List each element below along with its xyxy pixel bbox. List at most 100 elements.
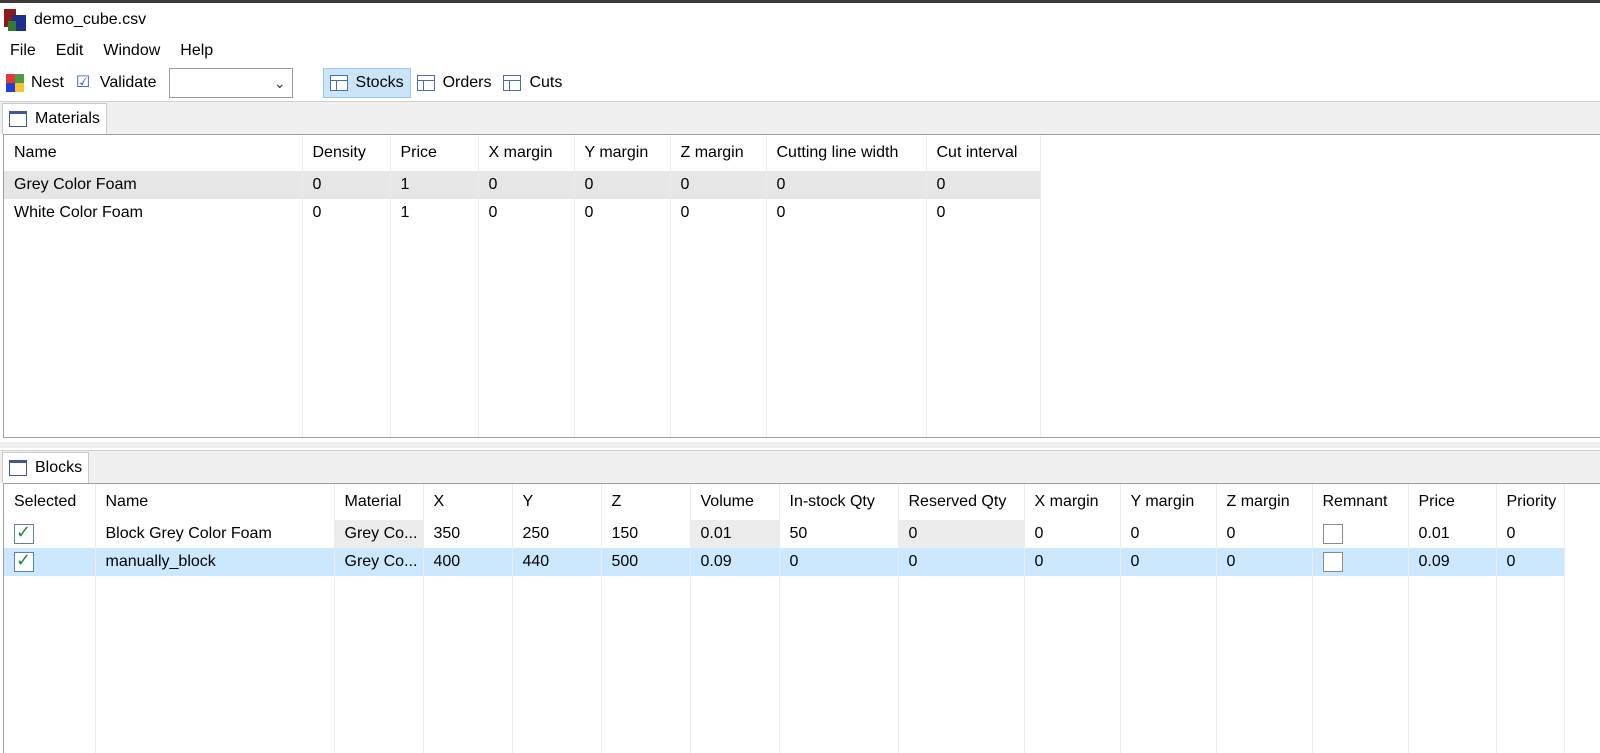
column-header[interactable]: Name [4,135,303,171]
blocks-tab[interactable]: Blocks [2,452,90,483]
stocks-tab-button[interactable]: Stocks [322,68,411,98]
table-icon [503,75,522,91]
menu-edit[interactable]: Edit [46,42,94,60]
x-cell[interactable]: 350 [423,520,513,548]
in-stock-qty-cell[interactable]: 0 [779,548,899,576]
menu-file[interactable]: File [0,42,46,60]
priority-cell[interactable]: 0 [1496,520,1565,548]
column-header[interactable]: Y margin [574,135,671,171]
blocks-table: Selected Name Material X Y Z Volume In-s… [4,484,1565,753]
column-header[interactable]: Volume [690,484,780,520]
block-name-cell[interactable]: manually_block [95,548,335,576]
column-header[interactable]: X margin [1024,484,1121,520]
menu-window[interactable]: Window [93,42,170,60]
selected-checkbox[interactable] [14,550,34,572]
z-cell[interactable]: 150 [601,520,691,548]
selected-cell[interactable] [4,520,96,548]
table-icon [329,75,348,91]
nest-button[interactable]: Nest [0,68,70,98]
y-cell[interactable]: 440 [512,548,602,576]
y-margin-cell[interactable]: 0 [574,199,671,227]
toolbar-combobox[interactable]: ⌄ [168,68,293,98]
column-header[interactable]: X margin [478,135,575,171]
z-margin-cell[interactable]: 0 [670,199,767,227]
price-cell[interactable]: 1 [390,171,479,199]
orders-tab-button[interactable]: Orders [411,68,498,98]
materials-tab[interactable]: Materials [2,103,107,134]
menu-help[interactable]: Help [170,42,223,60]
z-margin-cell[interactable]: 0 [670,171,767,199]
y-cell[interactable]: 250 [512,520,602,548]
table-row[interactable]: Grey Color Foam 0 1 0 0 0 0 0 [4,171,1041,199]
cutting-line-width-cell[interactable]: 0 [766,171,927,199]
column-header[interactable]: X [423,484,513,520]
validate-label: Validate [99,74,157,91]
cuts-tab-button[interactable]: Cuts [497,68,568,98]
column-header[interactable]: Density [302,135,391,171]
volume-cell: 0.01 [690,520,780,548]
column-header[interactable]: Z margin [670,135,767,171]
z-margin-cell[interactable]: 0 [1216,520,1313,548]
table-row[interactable]: manually_block Grey Co... 400 440 500 0.… [4,548,1565,576]
column-header[interactable]: Cut interval [926,135,1041,171]
material-name-cell[interactable]: Grey Color Foam [4,171,303,199]
in-stock-qty-cell[interactable]: 50 [779,520,899,548]
materials-header-row: Name Density Price X margin Y margin Z m… [4,135,1041,171]
column-header[interactable]: Z [601,484,691,520]
cut-interval-cell[interactable]: 0 [926,199,1041,227]
y-margin-cell[interactable]: 0 [574,171,671,199]
chevron-down-icon[interactable]: ⌄ [274,75,286,92]
remnant-checkbox[interactable] [1322,552,1343,572]
column-header[interactable]: Priority [1496,484,1565,520]
priority-cell[interactable]: 0 [1496,548,1565,576]
cutting-line-width-cell[interactable]: 0 [766,199,927,227]
column-header[interactable]: Material [334,484,424,520]
material-name-cell[interactable]: White Color Foam [4,199,303,227]
blocks-tab-label: Blocks [35,459,83,476]
materials-tab-label: Materials [35,110,100,127]
x-margin-cell[interactable]: 0 [478,199,575,227]
panel-splitter[interactable] [0,442,1600,448]
density-cell[interactable]: 0 [302,171,391,199]
remnant-cell[interactable] [1312,520,1409,548]
x-cell[interactable]: 400 [423,548,513,576]
app-logo-icon [4,9,26,31]
remnant-checkbox[interactable] [1322,524,1343,544]
table-row[interactable]: Block Grey Color Foam Grey Co... 350 250… [4,520,1565,548]
x-margin-cell[interactable]: 0 [1024,520,1121,548]
selected-checkbox[interactable] [14,522,34,544]
column-header[interactable]: Selected [4,484,96,520]
column-header[interactable]: Reserved Qty [898,484,1025,520]
y-margin-cell[interactable]: 0 [1120,548,1217,576]
price-cell[interactable]: 0.01 [1408,520,1497,548]
price-cell[interactable]: 0.09 [1408,548,1497,576]
z-cell[interactable]: 500 [601,548,691,576]
cut-interval-cell[interactable]: 0 [926,171,1041,199]
column-header[interactable]: Cutting line width [766,135,927,171]
column-header[interactable]: Price [1408,484,1497,520]
table-row[interactable]: White Color Foam 0 1 0 0 0 0 0 [4,199,1041,227]
column-header[interactable]: Price [390,135,479,171]
remnant-cell[interactable] [1312,548,1409,576]
column-header[interactable]: Name [95,484,335,520]
validate-button[interactable]: ☑ Validate [70,68,163,98]
reserved-qty-cell: 0 [898,520,1025,548]
x-margin-cell[interactable]: 0 [478,171,575,199]
material-cell[interactable]: Grey Co... [334,520,424,548]
column-header[interactable]: Y [512,484,602,520]
column-header[interactable]: Remnant [1312,484,1409,520]
z-margin-cell[interactable]: 0 [1216,548,1313,576]
density-cell[interactable]: 0 [302,199,391,227]
price-cell[interactable]: 1 [390,199,479,227]
table-icon [416,75,435,91]
block-name-cell[interactable]: Block Grey Color Foam [95,520,335,548]
column-header[interactable]: Z margin [1216,484,1313,520]
materials-grid: Name Density Price X margin Y margin Z m… [3,134,1600,438]
selected-cell[interactable] [4,548,96,576]
x-margin-cell[interactable]: 0 [1024,548,1121,576]
column-header[interactable]: In-stock Qty [779,484,899,520]
material-cell[interactable]: Grey Co... [334,548,424,576]
nest-icon [6,74,24,92]
column-header[interactable]: Y margin [1120,484,1217,520]
y-margin-cell[interactable]: 0 [1120,520,1217,548]
